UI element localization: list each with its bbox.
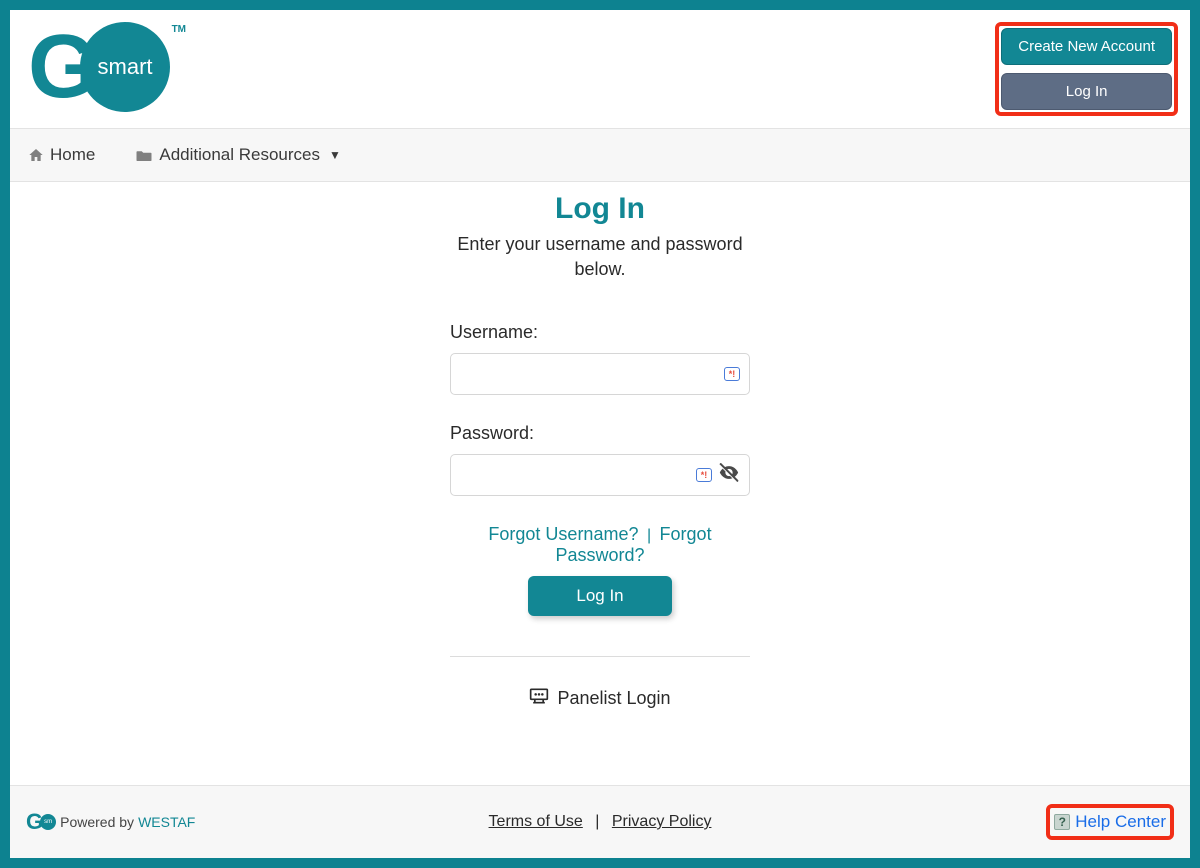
navbar: Home Additional Resources ▼	[10, 128, 1190, 182]
logo[interactable]: G smart TM	[28, 22, 170, 112]
westaf-link[interactable]: WESTAF	[138, 814, 195, 830]
help-icon: ?	[1054, 814, 1070, 830]
required-badge-icon: *!	[696, 468, 712, 482]
nav-home-label: Home	[50, 145, 95, 165]
login-submit-button[interactable]: Log In	[528, 576, 671, 616]
logo-circle: smart TM	[80, 22, 170, 112]
login-links: Forgot Username? | Forgot Password?	[450, 524, 750, 566]
link-divider: |	[647, 527, 651, 544]
caret-down-icon: ▼	[329, 148, 341, 162]
terms-of-use-link[interactable]: Terms of Use	[489, 813, 583, 830]
toggle-password-visibility-icon[interactable]	[718, 462, 740, 489]
nav-additional-resources[interactable]: Additional Resources ▼	[135, 145, 341, 165]
panelist-login-label: Panelist Login	[557, 688, 670, 709]
logo-tm: TM	[172, 24, 186, 35]
panelist-login-link[interactable]: Panelist Login	[30, 687, 1170, 710]
page-subtitle: Enter your username and password below.	[455, 232, 745, 282]
login-form: Username: *! Password: *! Forgot Usernam…	[450, 322, 750, 616]
divider-line	[450, 656, 750, 657]
required-badge-icon: *!	[724, 367, 740, 381]
folder-icon	[135, 147, 153, 163]
powered-by-text: Powered by	[60, 814, 134, 830]
logo-smart-text: smart	[98, 54, 153, 80]
footer-logo: G sm	[26, 809, 56, 835]
footer-logo-circle: sm	[40, 814, 56, 830]
create-new-account-button[interactable]: Create New Account	[1001, 28, 1172, 65]
help-center-link[interactable]: Help Center	[1075, 812, 1166, 832]
forgot-username-link[interactable]: Forgot Username?	[488, 524, 638, 544]
username-label: Username:	[450, 322, 750, 343]
username-input[interactable]	[450, 353, 750, 395]
footer-divider: |	[595, 813, 599, 830]
header: G smart TM Create New Account Log In	[10, 10, 1190, 128]
footer-center: Terms of Use | Privacy Policy	[489, 813, 712, 831]
login-header-button[interactable]: Log In	[1001, 73, 1172, 110]
header-buttons-highlight: Create New Account Log In	[995, 22, 1178, 116]
help-center-highlight: ? Help Center	[1046, 804, 1174, 840]
nav-additional-resources-label: Additional Resources	[159, 145, 320, 165]
page-title: Log In	[30, 192, 1170, 226]
footer-left: G sm Powered by WESTAF	[26, 809, 195, 835]
main-content: Log In Enter your username and password …	[10, 182, 1190, 730]
password-label: Password:	[450, 423, 750, 444]
footer: G sm Powered by WESTAF Terms of Use | Pr…	[10, 785, 1190, 858]
nav-home[interactable]: Home	[28, 145, 95, 165]
privacy-policy-link[interactable]: Privacy Policy	[612, 813, 712, 830]
panelist-icon	[529, 687, 549, 710]
home-icon	[28, 147, 44, 163]
